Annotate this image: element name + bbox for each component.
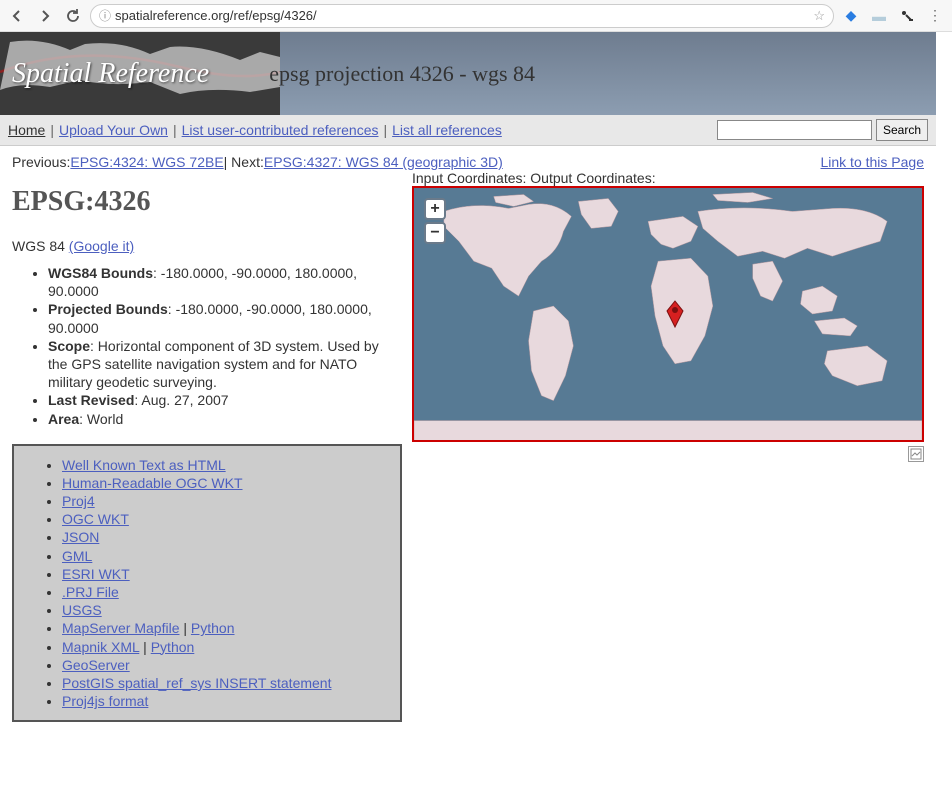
format-mapnik-python[interactable]: Python bbox=[151, 639, 195, 655]
crs-name: WGS 84 bbox=[12, 238, 69, 254]
menu-button[interactable]: ⋮ bbox=[924, 5, 946, 27]
search-input[interactable] bbox=[717, 120, 872, 140]
zoom-out-button[interactable]: − bbox=[424, 222, 446, 244]
format-gml[interactable]: GML bbox=[62, 548, 92, 564]
left-column: EPSG:4326 WGS 84 (Google it) WGS84 Bound… bbox=[12, 170, 402, 722]
list-item: PostGIS spatial_ref_sys INSERT statement bbox=[62, 674, 396, 692]
back-button[interactable] bbox=[6, 5, 28, 27]
list-item: Proj4js format bbox=[62, 692, 396, 710]
page-title: epsg projection 4326 - wgs 84 bbox=[269, 61, 535, 87]
map-marker-icon bbox=[663, 299, 687, 332]
format-mapserver-python[interactable]: Python bbox=[191, 620, 235, 636]
page-viewport: Spatial Reference epsg projection 4326 -… bbox=[0, 32, 936, 800]
list-item: Mapnik XML | Python bbox=[62, 638, 396, 656]
reload-button[interactable] bbox=[62, 5, 84, 27]
list-item: JSON bbox=[62, 528, 396, 546]
prop-projected-bounds: Projected Bounds: -180.0000, -90.0000, 1… bbox=[48, 300, 402, 336]
site-title: Spatial Reference bbox=[12, 58, 209, 90]
bookmark-star-icon[interactable]: ☆ bbox=[813, 8, 825, 24]
broken-image-icon bbox=[908, 446, 924, 462]
coord-labels: Input Coordinates: Output Coordinates: bbox=[412, 170, 924, 186]
epsg-code-heading: EPSG:4326 bbox=[12, 186, 402, 218]
format-postgis[interactable]: PostGIS spatial_ref_sys INSERT statement bbox=[62, 675, 332, 691]
list-item: GeoServer bbox=[62, 656, 396, 674]
properties-list: WGS84 Bounds: -180.0000, -90.0000, 180.0… bbox=[12, 264, 402, 428]
prev-label: Previous: bbox=[12, 154, 70, 170]
world-map[interactable]: + − bbox=[412, 186, 924, 442]
format-wkt-html[interactable]: Well Known Text as HTML bbox=[62, 457, 226, 473]
permalink[interactable]: Link to this Page bbox=[820, 154, 924, 170]
prev-next-row: Previous: EPSG:4324: WGS 72BE | Next: EP… bbox=[0, 146, 936, 170]
nav-home[interactable]: Home bbox=[8, 122, 45, 138]
site-header: Spatial Reference epsg projection 4326 -… bbox=[0, 32, 936, 115]
nav-list-all[interactable]: List all references bbox=[392, 122, 502, 138]
list-item: .PRJ File bbox=[62, 583, 396, 601]
nav-list-user[interactable]: List user-contributed references bbox=[182, 122, 379, 138]
format-geoserver[interactable]: GeoServer bbox=[62, 657, 130, 673]
prop-scope: Scope: Horizontal component of 3D system… bbox=[48, 337, 402, 392]
extension-icon-2[interactable]: ▬ bbox=[868, 5, 890, 27]
prop-last-revised: Last Revised: Aug. 27, 2007 bbox=[48, 391, 402, 409]
url-text: spatialreference.org/ref/epsg/4326/ bbox=[115, 8, 317, 23]
input-coord-label: Input Coordinates: bbox=[412, 170, 530, 186]
format-mapnik[interactable]: Mapnik XML bbox=[62, 639, 139, 655]
prop-wgs84-bounds: WGS84 Bounds: -180.0000, -90.0000, 180.0… bbox=[48, 264, 402, 300]
nav-upload[interactable]: Upload Your Own bbox=[59, 122, 168, 138]
format-mapserver[interactable]: MapServer Mapfile bbox=[62, 620, 180, 636]
list-item: Proj4 bbox=[62, 492, 396, 510]
prev-link[interactable]: EPSG:4324: WGS 72BE bbox=[70, 154, 223, 170]
list-item: USGS bbox=[62, 601, 396, 619]
list-item: ESRI WKT bbox=[62, 565, 396, 583]
description-line: WGS 84 (Google it) bbox=[12, 238, 402, 254]
format-prj[interactable]: .PRJ File bbox=[62, 584, 119, 600]
nav-bar: Home | Upload Your Own | List user-contr… bbox=[0, 115, 936, 146]
google-it-link[interactable]: (Google it) bbox=[69, 238, 134, 254]
format-proj4[interactable]: Proj4 bbox=[62, 493, 95, 509]
browser-toolbar: ⓘ spatialreference.org/ref/epsg/4326/ ☆ … bbox=[0, 0, 952, 32]
forward-button[interactable] bbox=[34, 5, 56, 27]
extension-icon-1[interactable]: ◆ bbox=[840, 5, 862, 27]
format-esri-wkt[interactable]: ESRI WKT bbox=[62, 566, 130, 582]
search-button[interactable]: Search bbox=[876, 119, 928, 141]
next-link[interactable]: EPSG:4327: WGS 84 (geographic 3D) bbox=[264, 154, 503, 170]
map-zoom-controls: + − bbox=[424, 198, 446, 246]
list-item: GML bbox=[62, 547, 396, 565]
right-column: Input Coordinates: Output Coordinates: bbox=[412, 170, 924, 722]
format-usgs[interactable]: USGS bbox=[62, 602, 102, 618]
info-icon: ⓘ bbox=[99, 7, 111, 24]
list-item: MapServer Mapfile | Python bbox=[62, 619, 396, 637]
list-item: OGC WKT bbox=[62, 510, 396, 528]
next-label: | Next: bbox=[224, 154, 264, 170]
address-bar[interactable]: ⓘ spatialreference.org/ref/epsg/4326/ ☆ bbox=[90, 4, 834, 28]
format-ogc-wkt[interactable]: OGC WKT bbox=[62, 511, 129, 527]
zoom-in-button[interactable]: + bbox=[424, 198, 446, 220]
format-json[interactable]: JSON bbox=[62, 529, 99, 545]
formats-box: Well Known Text as HTML Human-Readable O… bbox=[12, 444, 402, 723]
list-item: Human-Readable OGC WKT bbox=[62, 474, 396, 492]
format-proj4js[interactable]: Proj4js format bbox=[62, 693, 148, 709]
output-coord-label: Output Coordinates: bbox=[530, 170, 655, 186]
format-hr-ogc-wkt[interactable]: Human-Readable OGC WKT bbox=[62, 475, 243, 491]
prop-area: Area: World bbox=[48, 410, 402, 428]
list-item: Well Known Text as HTML bbox=[62, 456, 396, 474]
extension-icon-3[interactable] bbox=[896, 5, 918, 27]
